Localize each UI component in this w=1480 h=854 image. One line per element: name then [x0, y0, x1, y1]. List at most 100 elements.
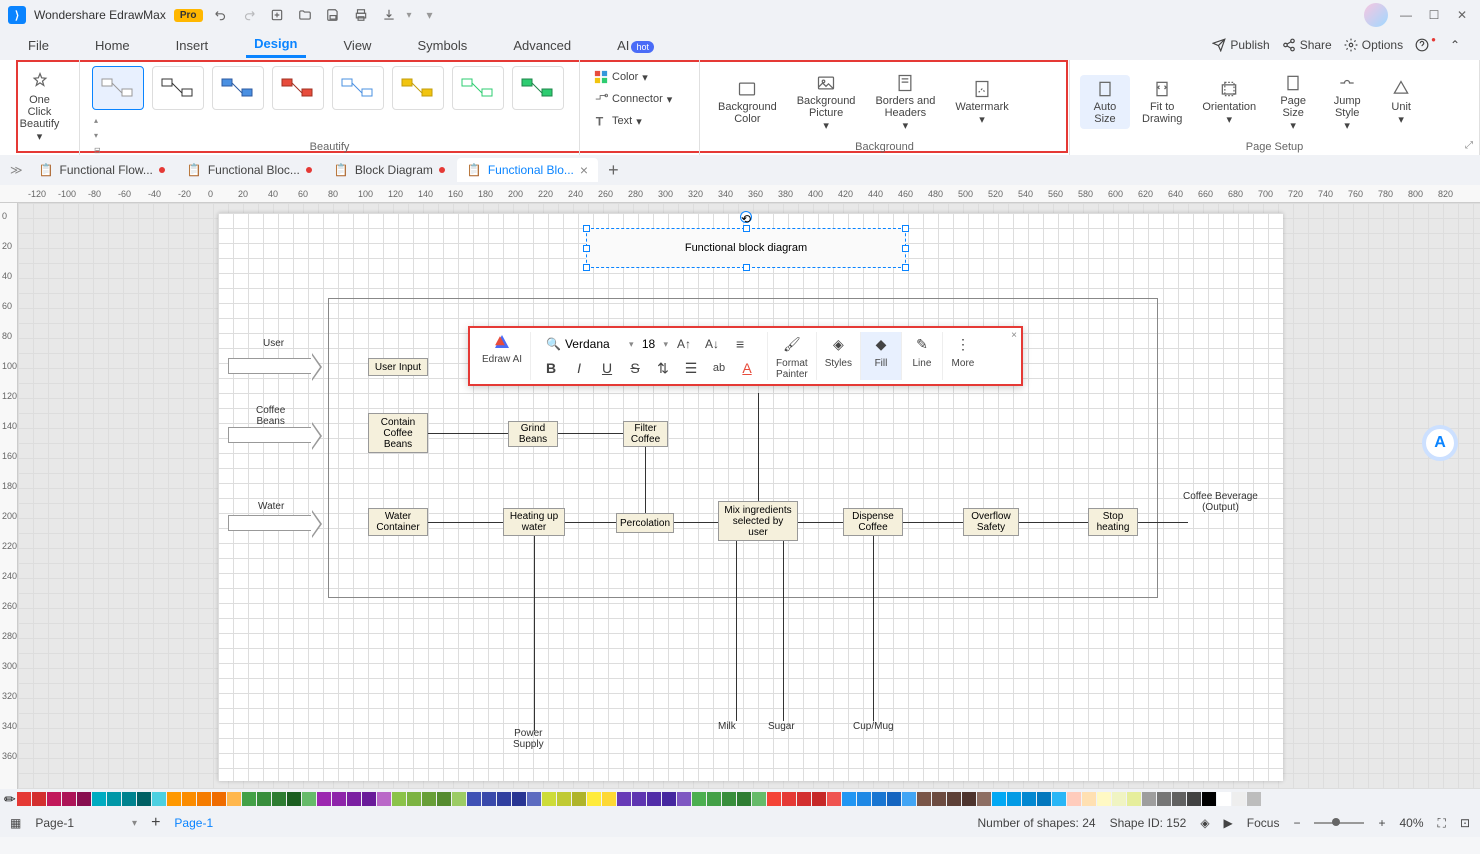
color-swatch[interactable] [332, 792, 346, 806]
color-swatch[interactable] [47, 792, 61, 806]
color-swatch[interactable] [602, 792, 616, 806]
menu-ai[interactable]: AIhot [609, 34, 662, 57]
watermark-button[interactable]: Watermark ▾ [947, 75, 1016, 130]
color-swatch[interactable] [107, 792, 121, 806]
color-swatch[interactable] [182, 792, 196, 806]
color-swatch[interactable] [272, 792, 286, 806]
maximize-button[interactable]: ☐ [1424, 5, 1444, 25]
color-swatch[interactable] [482, 792, 496, 806]
color-swatch[interactable] [227, 792, 241, 806]
active-page-label[interactable]: Page-1 [174, 816, 213, 830]
theme-7[interactable] [452, 66, 504, 110]
collapse-ribbon-button[interactable]: ⌃ [1450, 38, 1460, 52]
assist-button[interactable]: A [1422, 425, 1458, 461]
color-swatch[interactable] [1127, 792, 1141, 806]
theme-1[interactable] [92, 66, 144, 110]
color-swatch[interactable] [677, 792, 691, 806]
color-swatch[interactable] [782, 792, 796, 806]
theme-8[interactable] [512, 66, 564, 110]
rotate-handle[interactable]: ⟲ [740, 211, 752, 223]
block-mix[interactable]: Mix ingredients selected by user [718, 501, 798, 541]
color-swatch[interactable] [1187, 792, 1201, 806]
theme-down[interactable]: ▾ [94, 131, 101, 140]
color-swatch[interactable] [92, 792, 106, 806]
font-color-button[interactable]: A [735, 356, 759, 380]
color-swatch[interactable] [257, 792, 271, 806]
text-button[interactable]: TText ▾ [590, 112, 689, 130]
page-layout-icon[interactable]: ▦ [10, 816, 21, 830]
bg-picture-button[interactable]: Background Picture ▾ [789, 69, 864, 136]
new-tab-button[interactable]: + [600, 160, 627, 181]
theme-2[interactable] [152, 66, 204, 110]
styles-button[interactable]: Styles [825, 358, 852, 369]
color-swatch[interactable] [1082, 792, 1096, 806]
color-swatch[interactable] [812, 792, 826, 806]
ft-close-icon[interactable]: × [1011, 330, 1017, 341]
color-swatch[interactable] [1232, 792, 1246, 806]
block-dispense[interactable]: Dispense Coffee [843, 508, 903, 536]
one-click-beautify-button[interactable]: One Click Beautify ▾ [10, 64, 69, 151]
user-avatar[interactable] [1364, 3, 1388, 27]
color-swatch[interactable] [842, 792, 856, 806]
layers-icon[interactable]: ◈ [1200, 816, 1209, 830]
format-painter-icon[interactable]: 🖌 [780, 332, 804, 356]
block-filter[interactable]: Filter Coffee [623, 421, 668, 447]
color-swatch[interactable] [122, 792, 136, 806]
tab-scroll[interactable]: ≫ [6, 163, 27, 177]
color-swatch[interactable] [527, 792, 541, 806]
menu-advanced[interactable]: Advanced [505, 34, 579, 57]
color-swatch[interactable] [392, 792, 406, 806]
color-swatch[interactable] [17, 792, 31, 806]
fill-button[interactable]: Fill [875, 358, 888, 369]
font-select[interactable]: Verdana [565, 337, 625, 351]
zoom-slider[interactable] [1314, 822, 1364, 824]
color-swatch[interactable] [932, 792, 946, 806]
menu-file[interactable]: File [20, 34, 57, 57]
share-button[interactable]: Share [1282, 38, 1332, 52]
color-swatch[interactable] [422, 792, 436, 806]
color-swatch[interactable] [572, 792, 586, 806]
undo-button[interactable] [211, 5, 231, 25]
auto-size-button[interactable]: Auto Size [1080, 75, 1130, 129]
canvas[interactable]: Functional block diagram ⟲ User Coffee B… [18, 203, 1480, 789]
color-swatch[interactable] [167, 792, 181, 806]
more-icon[interactable]: ⋮ [951, 332, 975, 356]
color-swatch[interactable] [827, 792, 841, 806]
color-swatch[interactable] [62, 792, 76, 806]
page-size-button[interactable]: Page Size ▾ [1268, 69, 1318, 136]
color-swatch[interactable] [197, 792, 211, 806]
color-swatch[interactable] [452, 792, 466, 806]
doc-tab-3[interactable]: 📋Functional Blo...× [457, 158, 598, 182]
underline-button[interactable]: U [595, 356, 619, 380]
color-swatch[interactable] [242, 792, 256, 806]
fit-drawing-button[interactable]: Fit to Drawing [1134, 75, 1190, 129]
color-swatch[interactable] [212, 792, 226, 806]
minimize-button[interactable]: — [1396, 5, 1416, 25]
align-button[interactable]: ≡ [728, 332, 752, 356]
orientation-button[interactable]: Orientation ▾ [1194, 75, 1264, 130]
unit-button[interactable]: Unit ▾ [1376, 75, 1426, 130]
block-contain[interactable]: Contain Coffee Beans [368, 413, 428, 453]
color-swatch[interactable] [662, 792, 676, 806]
color-swatch[interactable] [1247, 792, 1261, 806]
color-swatch[interactable] [797, 792, 811, 806]
color-swatch[interactable] [992, 792, 1006, 806]
bullets-button[interactable]: ☰ [679, 356, 703, 380]
size-select[interactable]: 18 [638, 337, 660, 351]
text-highlight-button[interactable]: ab [707, 356, 731, 380]
menu-symbols[interactable]: Symbols [409, 34, 475, 57]
color-swatch[interactable] [302, 792, 316, 806]
open-button[interactable] [295, 5, 315, 25]
color-swatch[interactable] [1157, 792, 1171, 806]
color-swatch[interactable] [1037, 792, 1051, 806]
arrow-user[interactable] [228, 358, 313, 374]
color-swatch[interactable] [917, 792, 931, 806]
block-perc[interactable]: Percolation [616, 513, 674, 533]
color-swatch[interactable] [902, 792, 916, 806]
menu-design[interactable]: Design [246, 32, 305, 58]
bg-color-button[interactable]: Background Color [710, 75, 785, 129]
ft-ai-button[interactable]: Edraw AI [482, 354, 522, 365]
theme-up[interactable]: ▴ [94, 116, 101, 125]
theme-3[interactable] [212, 66, 264, 110]
color-swatch[interactable] [947, 792, 961, 806]
